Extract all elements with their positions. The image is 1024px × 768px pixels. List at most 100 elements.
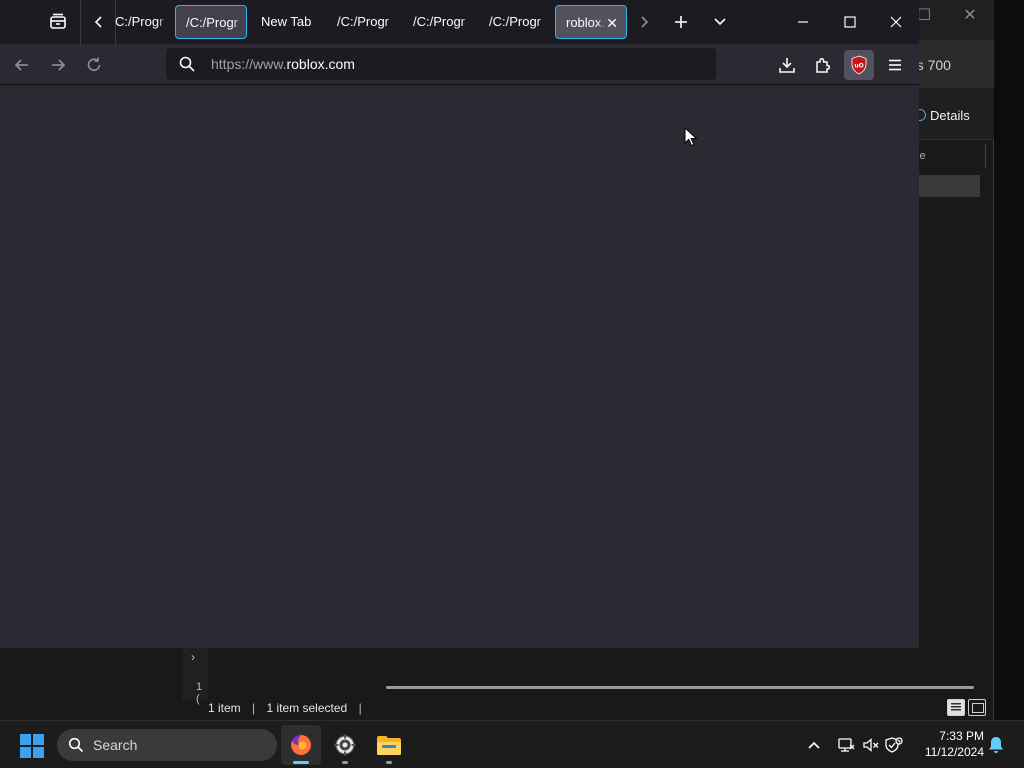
taskbar-app-firefox[interactable] — [281, 725, 321, 765]
clock-date: 11/12/2024 — [924, 745, 984, 759]
windows-logo-icon — [33, 734, 44, 745]
search-icon — [68, 737, 84, 753]
app-menu-button[interactable] — [880, 50, 910, 80]
ublock-origin-button[interactable]: uO — [844, 50, 874, 80]
tiles-view-button[interactable] — [968, 699, 986, 716]
setup-gear-icon — [334, 734, 356, 756]
minimize-button[interactable] — [788, 7, 818, 37]
notifications-button[interactable] — [987, 735, 1005, 760]
windows-logo-icon — [20, 734, 31, 745]
bell-icon — [989, 737, 1003, 753]
status-divider: | — [252, 701, 256, 715]
chevron-up-icon — [808, 741, 820, 749]
nav-pane-item[interactable]: 1 ( — [196, 681, 208, 705]
folder-icon — [377, 736, 401, 755]
plus-icon — [675, 16, 687, 28]
firefox-window: C:/Progr /C:/Progr New Tab /C:/Progr /C:… — [0, 0, 919, 648]
firefox-icon — [291, 735, 311, 755]
tab-label: C:/Progr — [115, 14, 164, 29]
forward-button[interactable] — [43, 50, 73, 80]
taskbar-app-setup[interactable] — [325, 725, 365, 765]
app-running-indicator — [386, 761, 392, 764]
details-view-button[interactable] — [947, 699, 965, 716]
navigation-toolbar: https://www.roblox.com uO — [0, 44, 919, 85]
extensions-button[interactable] — [808, 50, 838, 80]
details-button[interactable]: Details — [914, 104, 990, 128]
tab-item[interactable]: /C:/Progr — [403, 5, 475, 39]
taskbar-app-file-explorer[interactable] — [369, 725, 409, 765]
size-column-header[interactable]: ze — [914, 144, 986, 168]
new-tab-button[interactable] — [666, 7, 696, 37]
app-running-indicator — [293, 761, 309, 764]
firefox-view-button[interactable] — [43, 7, 73, 37]
minimize-icon — [798, 21, 808, 23]
chevron-right-icon[interactable]: › — [191, 650, 195, 664]
chevron-right-icon — [641, 16, 649, 28]
network-disconnected-icon — [838, 738, 855, 752]
scroll-tabs-right-button[interactable] — [629, 7, 659, 37]
downloads-button[interactable] — [772, 50, 802, 80]
show-hidden-icons-button[interactable] — [804, 735, 824, 755]
status-item-count: 1 item — [208, 701, 241, 715]
tab-bar: C:/Progr /C:/Progr New Tab /C:/Progr /C:… — [0, 0, 919, 44]
windows-logo-icon — [20, 747, 31, 758]
security-status-button[interactable] — [884, 735, 904, 755]
explorer-status-bar: 1 item | 1 item selected | — [208, 697, 994, 719]
taskbar-search-label: Search — [93, 737, 138, 753]
chevron-down-icon — [714, 18, 726, 26]
reload-button[interactable] — [79, 50, 109, 80]
tab-item[interactable]: C:/Progr — [105, 5, 169, 39]
tabbar-divider — [80, 0, 81, 44]
start-button[interactable] — [20, 734, 44, 758]
close-icon — [890, 16, 902, 28]
hamburger-menu-icon — [889, 59, 901, 71]
explorer-nav-pane: › 1 ( — [182, 648, 208, 705]
ublock-shield-icon: uO — [851, 55, 867, 75]
selected-file-row[interactable] — [914, 175, 980, 197]
puzzle-piece-icon — [816, 57, 831, 73]
tab-active[interactable]: roblox. ✕ — [555, 5, 627, 39]
back-button[interactable] — [7, 50, 37, 80]
chevron-left-icon — [94, 16, 102, 28]
close-window-button[interactable] — [881, 7, 911, 37]
close-tab-icon[interactable]: ✕ — [606, 6, 618, 38]
arrow-left-icon — [14, 59, 28, 71]
explorer-close-icon[interactable]: ✕ — [958, 4, 982, 28]
tab-item[interactable]: New Tab — [251, 5, 327, 39]
horizontal-scrollbar[interactable] — [386, 686, 974, 689]
volume-button[interactable] — [861, 735, 881, 755]
reload-icon — [87, 57, 101, 71]
taskbar-search-box[interactable]: Search — [57, 729, 277, 761]
mouse-cursor-icon — [684, 127, 698, 147]
tab-label: /C:/Progr — [413, 14, 466, 29]
tab-label: /C:/Progr — [489, 14, 542, 29]
search-icon — [179, 56, 195, 72]
tab-item[interactable]: /C:/Progr — [175, 5, 247, 39]
system-clock[interactable]: 7:33 PM 11/12/2024 — [914, 728, 984, 760]
url-bar[interactable]: https://www.roblox.com — [166, 48, 716, 80]
arrow-right-icon — [52, 59, 66, 71]
url-text[interactable]: https://www.roblox.com — [211, 48, 355, 80]
list-all-tabs-button[interactable] — [705, 7, 735, 37]
firefox-view-icon — [50, 13, 66, 29]
maximize-icon — [844, 16, 856, 28]
maximize-button[interactable] — [835, 7, 865, 37]
url-domain: roblox.com — [286, 56, 355, 72]
status-divider: | — [358, 701, 362, 715]
shield-check-icon — [885, 737, 903, 753]
ublock-badge-text: uO — [854, 63, 863, 70]
download-icon — [779, 58, 795, 73]
status-selected-count: 1 item selected — [266, 701, 348, 715]
network-status-button[interactable] — [836, 735, 856, 755]
details-label: Details — [930, 108, 970, 123]
tab-label: New Tab — [261, 14, 312, 29]
tab-label: roblox. — [566, 15, 606, 30]
tab-label: /C:/Progr — [186, 15, 239, 30]
speaker-muted-icon — [863, 738, 879, 752]
windows-taskbar: Search 7:33 PM 11/12/2024 — [0, 720, 1024, 768]
page-content-area[interactable] — [0, 85, 919, 648]
clock-time: 7:33 PM — [939, 729, 984, 743]
tab-item[interactable]: /C:/Progr — [327, 5, 399, 39]
tab-label: /C:/Progr — [337, 14, 390, 29]
tab-item[interactable]: /C:/Progr — [479, 5, 551, 39]
